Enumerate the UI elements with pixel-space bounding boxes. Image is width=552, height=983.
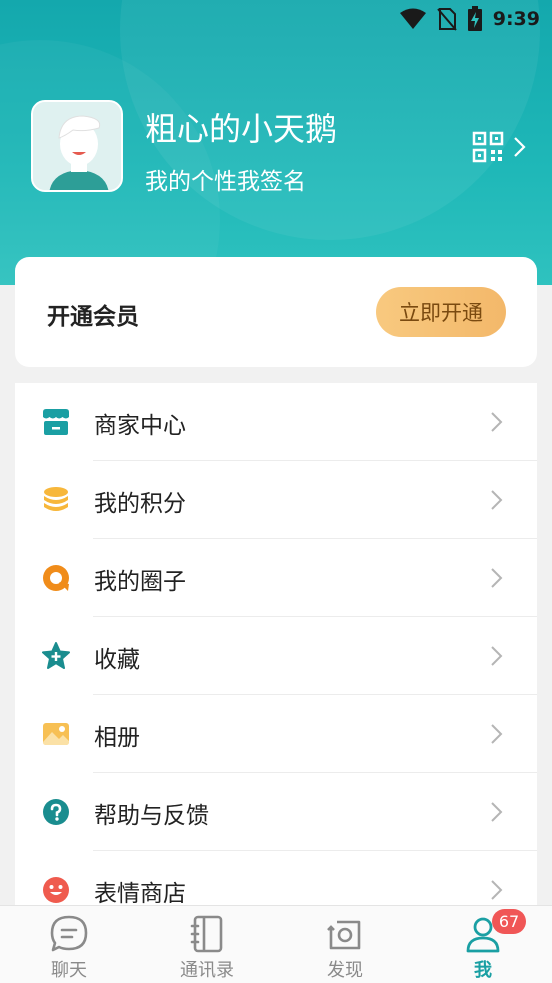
- battery-charging-icon: [467, 6, 482, 31]
- menu-item-label: 帮助与反馈: [94, 803, 209, 829]
- menu-item-help-feedback[interactable]: 帮助与反馈: [15, 773, 537, 851]
- menu-item-label: 相册: [94, 725, 140, 751]
- chevron-right-icon: [491, 412, 503, 432]
- tab-contacts[interactable]: 通讯录: [138, 906, 276, 983]
- tab-label: 聊天: [51, 960, 87, 981]
- status-time: 9:39: [492, 8, 540, 30]
- profile-header: 9:39 粗心的小天鹅 我的个性我签名: [0, 0, 552, 285]
- notification-badge: 67: [492, 909, 526, 934]
- menu-item-merchant-center[interactable]: 商家中心: [15, 383, 537, 461]
- signature: 我的个性我签名: [145, 169, 306, 195]
- menu-item-label: 商家中心: [94, 413, 186, 439]
- member-title: 开通会员: [47, 304, 139, 330]
- help-icon: [43, 799, 69, 825]
- bottom-tab-bar: 聊天 通讯录 发现 我: [0, 905, 552, 983]
- tab-discover[interactable]: 发现: [276, 906, 414, 983]
- chevron-right-icon: [491, 646, 503, 666]
- qr-code-button[interactable]: [472, 130, 538, 164]
- menu-item-emoji-store[interactable]: 表情商店: [15, 851, 537, 905]
- member-card: 开通会员 立即开通: [15, 257, 537, 367]
- smiley-icon: [43, 877, 69, 903]
- menu-item-label: 收藏: [94, 647, 140, 673]
- username: 粗心的小天鹅: [145, 110, 338, 148]
- discover-icon: [327, 920, 361, 950]
- contacts-icon: [190, 915, 223, 953]
- qr-code-icon: [472, 131, 504, 163]
- chevron-right-icon: [491, 568, 503, 588]
- avatar-person-icon: [33, 102, 121, 190]
- tab-label: 发现: [327, 960, 363, 981]
- store-icon: [43, 409, 69, 435]
- chevron-right-icon: [491, 724, 503, 744]
- chat-icon: [50, 915, 88, 952]
- tab-chat[interactable]: 聊天: [0, 906, 138, 983]
- wifi-icon: [399, 8, 426, 29]
- menu-item-album[interactable]: 相册: [15, 695, 537, 773]
- menu-item-my-circle[interactable]: 我的圈子: [15, 539, 537, 617]
- avatar[interactable]: [31, 100, 123, 192]
- chevron-right-icon: [491, 880, 503, 900]
- activate-membership-button[interactable]: 立即开通: [376, 287, 506, 337]
- tab-me[interactable]: 我: [414, 906, 552, 983]
- coins-icon: [44, 487, 68, 511]
- menu-item-favorites[interactable]: 收藏: [15, 617, 537, 695]
- menu-item-label: 表情商店: [94, 881, 186, 905]
- menu-list: 商家中心 我的积分 我的圈子 收藏 相册 帮助与反馈 表情商店: [15, 383, 537, 905]
- no-sim-icon: [436, 8, 457, 31]
- chevron-right-icon: [514, 137, 526, 157]
- star-icon: [42, 642, 70, 669]
- chevron-right-icon: [491, 802, 503, 822]
- menu-item-label: 我的圈子: [94, 569, 186, 595]
- menu-item-label: 我的积分: [94, 491, 186, 517]
- status-bar: 9:39: [399, 6, 540, 32]
- tab-label: 我: [474, 960, 492, 981]
- circle-chat-icon: [43, 565, 69, 591]
- menu-item-my-points[interactable]: 我的积分: [15, 461, 537, 539]
- chevron-right-icon: [491, 490, 503, 510]
- album-icon: [43, 723, 69, 745]
- tab-label: 通讯录: [180, 960, 234, 981]
